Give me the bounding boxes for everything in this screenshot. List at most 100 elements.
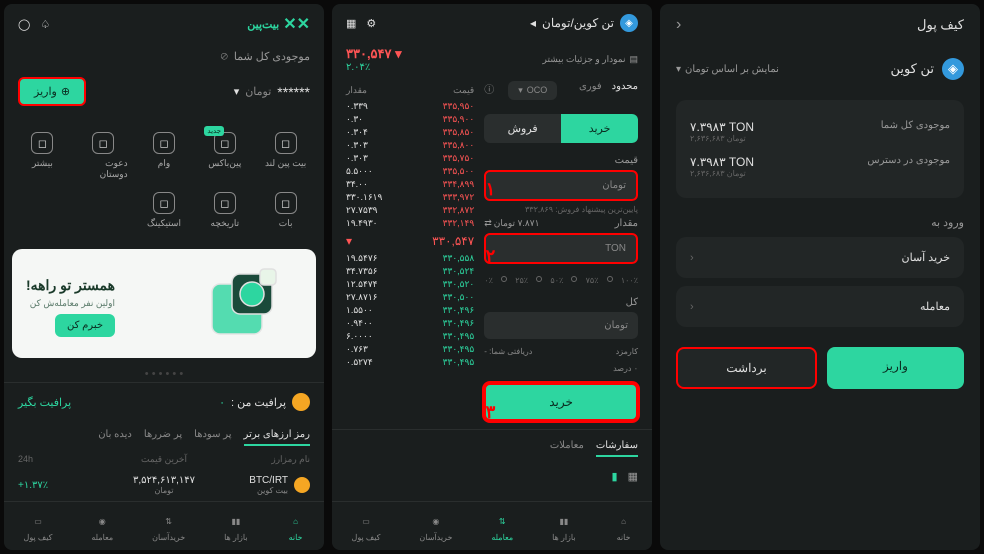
nav-trade[interactable]: ⇅معامله	[491, 512, 513, 542]
grid-item[interactable]: ◻تاریخچه	[196, 188, 253, 233]
tab-top[interactable]: رمز ارز‌های برتر	[244, 429, 310, 446]
available-balance-row: موجودی در دسترس ۷.۳۹۸۳ TON ۲,۶۳۶,۶۸۳ توم…	[690, 149, 950, 184]
bid-row[interactable]: ۳۳۰,۴۹۵۰.۵۲۷۴	[346, 356, 474, 369]
tab-limit[interactable]: محدود	[612, 81, 638, 100]
nav-easybuy[interactable]: ⇅خریدآسان	[152, 512, 185, 542]
bid-row[interactable]: ۳۳۰,۴۹۶۱.۵۵۰۰	[346, 304, 474, 317]
nav-markets[interactable]: ▮▮بازار ها	[552, 512, 576, 542]
banner-button[interactable]: خبرم کن	[55, 314, 115, 337]
chart-icon: ▤	[629, 54, 638, 65]
logo: ✕✕ بیت‌پین	[247, 14, 310, 34]
grid-item[interactable]: ◻وام	[136, 128, 193, 184]
bid-row[interactable]: ۳۳۰,۴۹۵۰.۷۶۳	[346, 343, 474, 356]
calendar-icon[interactable]: ▦	[346, 17, 356, 30]
nav-home[interactable]: ⌂خانه	[615, 512, 633, 542]
grid-item[interactable]: ◻بیت پین لند	[257, 128, 314, 184]
depth-icon[interactable]: ▦	[628, 470, 638, 483]
tab-losers[interactable]: پر ضرر‌ها	[144, 429, 182, 446]
price-input[interactable]: تومان	[484, 170, 638, 201]
ask-row[interactable]: ۳۳۵,۹۰۰۰.۳۰	[346, 113, 474, 126]
user-icon[interactable]: ◯	[18, 18, 30, 31]
wallet-actions: واریز برداشت	[660, 331, 980, 405]
chevron-down-icon[interactable]: ▾	[234, 85, 240, 98]
buy-tab[interactable]: خرید	[561, 114, 638, 143]
bell-icon[interactable]: ♤	[40, 18, 50, 31]
banner-image	[202, 264, 302, 344]
nav-wallet[interactable]: ▭کیف پول	[352, 512, 381, 542]
eye-icon[interactable]: ⦸	[221, 50, 228, 63]
buy-sell-toggle: خرید فروش	[484, 114, 638, 143]
amount-conversion: ۷.۸۷۱ تومان ⇄	[484, 218, 539, 229]
total-input[interactable]: تومان	[484, 312, 638, 339]
info-icon[interactable]: ⓘ	[484, 81, 494, 100]
grid-item[interactable]: ◻استیکینگ	[136, 188, 193, 233]
bid-row[interactable]: ۳۳۰,۵۲۴۳۴.۷۳۵۶	[346, 265, 474, 278]
profit-link[interactable]: پرافیت بگیر	[18, 396, 71, 409]
amount-input[interactable]: TON	[484, 233, 638, 264]
sell-tab[interactable]: فروش	[484, 114, 561, 143]
depth-icon2[interactable]: ▮	[612, 470, 618, 483]
display-toggle[interactable]: نمایش بر اساس تومان ▾	[676, 64, 779, 75]
banner[interactable]: همستر تو راهه! اولین نفر معامله‌ش کن خبر…	[12, 249, 316, 358]
banner-subtitle: اولین نفر معامله‌ش کن	[26, 298, 115, 309]
ask-row[interactable]: ۳۳۵,۵۰۰۵.۵۰۰۰	[346, 165, 474, 178]
deposit-button[interactable]: ⊕ واریز	[18, 77, 86, 106]
btc-icon	[294, 477, 310, 493]
nav-trade[interactable]: ◉معامله	[91, 512, 113, 542]
deposit-button[interactable]: واریز	[827, 347, 964, 389]
ton-icon: ◈	[942, 58, 964, 80]
header-icons: ⚙ ▦	[346, 17, 376, 30]
grid-item[interactable]: ◻دعوت دوستان	[75, 128, 132, 184]
table-row[interactable]: BTC/IRT بیت کوین ۳,۵۲۴,۶۱۳,۱۴۷ تومان +۱.…	[4, 469, 324, 501]
bid-row[interactable]: ۳۳۰,۵۵۸۱۹.۵۴۷۶	[346, 252, 474, 265]
ask-row[interactable]: ۳۳۵,۷۵۰۰.۳۰۳	[346, 152, 474, 165]
tab-orders[interactable]: سفارشات	[596, 440, 638, 457]
grid-item[interactable]: جدید◻پین‌باکس	[196, 128, 253, 184]
ask-row[interactable]: ۳۳۳,۹۷۲۳۳۰.۱۶۱۹	[346, 191, 474, 204]
nav-trade[interactable]: معامله ‹	[676, 286, 964, 327]
chart-link[interactable]: ▤ نمودار و جزئیات بیشتر	[543, 46, 638, 73]
nav-home[interactable]: ⌂خانه	[287, 512, 305, 542]
nav-wallet[interactable]: ▭کیف پول	[24, 512, 53, 542]
pair-selector[interactable]: ◈ تن کوین/تومان ◂	[530, 14, 638, 32]
depth-chart: ▦ ▮	[332, 461, 652, 491]
nav-easybuy[interactable]: ◉خریدآسان	[419, 512, 452, 542]
tab-market[interactable]: فوری	[579, 81, 602, 100]
grid-item[interactable]: ◻بات	[257, 188, 314, 233]
tab-oco[interactable]: OCO ▾	[508, 81, 557, 100]
settings-icon[interactable]: ⚙	[366, 17, 376, 30]
nav-easy-buy[interactable]: خرید آسان ‹	[676, 237, 964, 278]
coin-icon	[292, 393, 310, 411]
total-sub: ۲,۶۳۶,۶۸۳ تومان	[690, 134, 754, 143]
bid-row[interactable]: ۳۳۰,۴۹۶۰.۹۴۰۰	[346, 317, 474, 330]
annotation-1: ۱	[486, 179, 496, 200]
coins-icon: ◉	[427, 512, 445, 530]
trade-screen: ۱ ۲ ۳ ◈ تن کوین/تومان ◂ ⚙ ▦ ▤ نمودار و ج…	[332, 4, 652, 550]
submit-buy-button[interactable]: خرید	[484, 383, 638, 421]
available-sub: ۲,۶۳۶,۶۸۳ تومان	[690, 169, 754, 178]
ask-row[interactable]: ۳۳۴,۸۹۹۳۴.۰۰	[346, 178, 474, 191]
bid-row[interactable]: ۳۳۰,۵۲۰۱۲.۵۴۷۴	[346, 278, 474, 291]
fee-value-row: ۰ درصد	[484, 360, 638, 377]
price-hint: پایین‌ترین پیشنهاد فروش: ۳۳۲,۸۶۹	[484, 205, 638, 214]
section-title: ورود به	[660, 206, 980, 233]
amount-slider[interactable]: ۱۰۰٪ ۷۵٪ ۵۰٪ ۲۵٪ ۰٪	[484, 268, 638, 293]
withdraw-button[interactable]: برداشت	[676, 347, 817, 389]
fee-value: ۰ درصد	[613, 364, 638, 373]
chevron-left-icon: ‹	[690, 301, 694, 313]
back-icon[interactable]: ‹	[676, 16, 681, 34]
feature-icon: ◻	[31, 132, 53, 154]
ask-row[interactable]: ۳۳۲,۸۷۲۲۷.۷۵۳۹	[346, 204, 474, 217]
tab-watch[interactable]: دیده بان	[98, 429, 132, 446]
ask-row[interactable]: ۳۳۵,۸۵۰۰.۳۰۴	[346, 126, 474, 139]
nav-markets[interactable]: ▮▮بازار ها	[224, 512, 248, 542]
bid-row[interactable]: ۳۳۰,۵۰۰۲۷.۸۷۱۶	[346, 291, 474, 304]
tab-gainers[interactable]: پر سود‌ها	[194, 429, 231, 446]
tab-trades[interactable]: معاملات	[550, 440, 584, 457]
ask-row[interactable]: ۳۳۵,۸۰۰۰.۳۰۳	[346, 139, 474, 152]
ask-row[interactable]: ۳۳۵,۹۵۰۰.۳۳۹	[346, 100, 474, 113]
grid-item[interactable]: ◻بیشتر	[14, 128, 71, 184]
banner-title: همستر تو راهه!	[26, 277, 115, 294]
ask-row[interactable]: ۳۳۲,۱۴۹۱۹.۴۹۳۰	[346, 217, 474, 230]
bid-row[interactable]: ۳۳۰,۴۹۵۶.۰۰۰۰	[346, 330, 474, 343]
